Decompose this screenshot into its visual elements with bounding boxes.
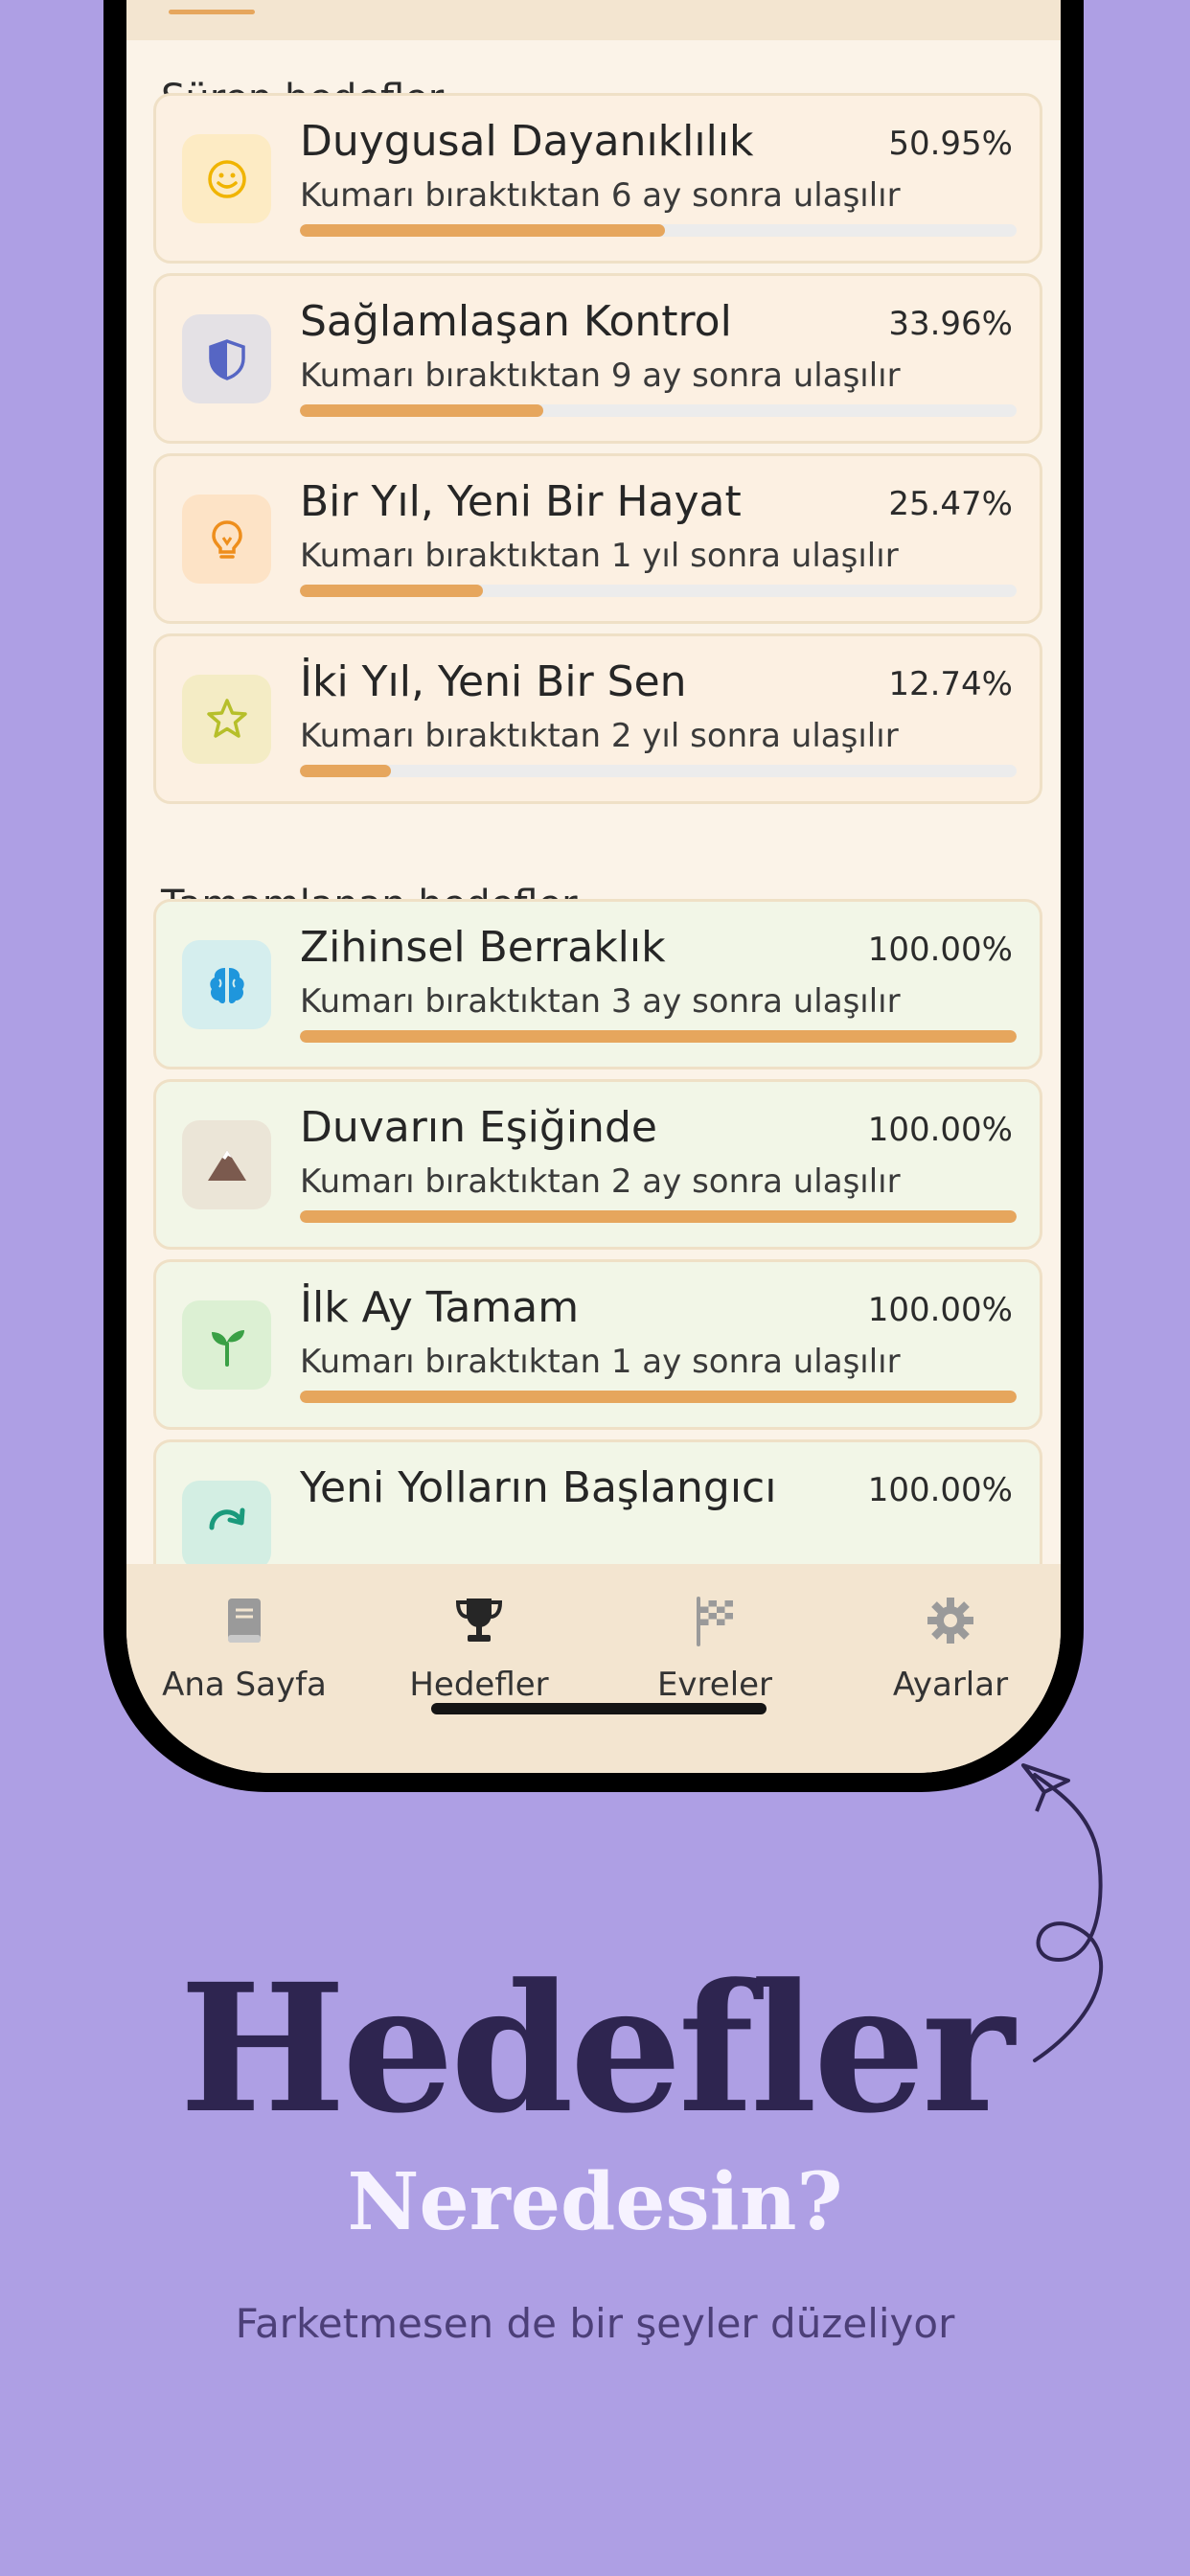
lightbulb-icon: [182, 494, 271, 584]
tab-indicator: [169, 10, 255, 14]
nav-label: Evreler: [656, 1666, 773, 1704]
goal-card[interactable]: Bir Yıl, Yeni Bir Hayat 25.47% Kumarı bı…: [153, 453, 1042, 624]
goal-title: Yeni Yolların Başlangıcı: [300, 1463, 777, 1512]
goal-progress-fill: [300, 1210, 1017, 1223]
refresh-arrow-icon: [182, 1481, 271, 1570]
goal-subtitle: Kumarı bıraktıktan 3 ay sonra ulaşılır: [300, 982, 901, 1021]
promo-subheadline: Neredesin?: [347, 2156, 843, 2248]
goal-subtitle: Kumarı bıraktıktan 2 ay sonra ulaşılır: [300, 1162, 901, 1201]
mountain-icon: [182, 1120, 271, 1209]
goal-subtitle: Kumarı bıraktıktan 2 yıl sonra ulaşılır: [300, 717, 899, 755]
goal-subtitle: Kumarı bıraktıktan 6 ay sonra ulaşılır: [300, 176, 901, 215]
star-icon: [182, 675, 271, 764]
goal-card[interactable]: İlk Ay Tamam 100.00% Kumarı bıraktıktan …: [153, 1259, 1042, 1430]
nav-item-ana-sayfa[interactable]: Ana Sayfa: [144, 1593, 345, 1704]
goal-progress-track: [300, 585, 1017, 597]
goal-progress-fill: [300, 585, 483, 597]
gear-icon: [927, 1598, 973, 1644]
app-screen: Süren hedefler Duygusal Dayanıklılık 50.…: [126, 0, 1061, 1773]
nav-item-hedefler[interactable]: Hedefler: [378, 1593, 580, 1704]
goal-subtitle: Kumarı bıraktıktan 9 ay sonra ulaşılır: [300, 356, 901, 395]
goal-percent: 100.00%: [867, 1471, 1013, 1509]
shield-icon: [182, 314, 271, 403]
goal-percent: 33.96%: [888, 305, 1013, 343]
goal-percent: 25.47%: [888, 485, 1013, 523]
promo-tagline: Farketmesen de bir şeyler düzeliyor: [235, 2300, 955, 2347]
trophy-icon: [455, 1598, 503, 1642]
goal-card[interactable]: Sağlamlaşan Kontrol 33.96% Kumarı bırakt…: [153, 273, 1042, 444]
goal-progress-track: [300, 1210, 1017, 1223]
goal-progress-fill: [300, 1030, 1017, 1043]
goal-progress-track: [300, 1030, 1017, 1043]
goal-percent: 12.74%: [888, 665, 1013, 703]
goal-card[interactable]: Duvarın Eşiğinde 100.00% Kumarı bıraktık…: [153, 1079, 1042, 1250]
goal-card[interactable]: İki Yıl, Yeni Bir Sen 12.74% Kumarı bıra…: [153, 633, 1042, 804]
nav-label: Ayarlar: [892, 1666, 1009, 1704]
promo-headline: Hedefler: [179, 1945, 1015, 2152]
goal-card[interactable]: Duygusal Dayanıklılık 50.95% Kumarı bıra…: [153, 93, 1042, 264]
sprout-icon: [182, 1300, 271, 1390]
goal-percent: 100.00%: [867, 1291, 1013, 1329]
goal-subtitle: Kumarı bıraktıktan 1 yıl sonra ulaşılır: [300, 537, 899, 575]
goal-progress-fill: [300, 224, 666, 237]
nav-label: Ana Sayfa: [162, 1666, 327, 1704]
checkered-flag-icon: [697, 1597, 733, 1646]
goal-progress-track: [300, 224, 1017, 237]
goal-card[interactable]: Zihinsel Berraklık 100.00% Kumarı bırakt…: [153, 899, 1042, 1070]
bottom-navigation: Ana Sayfa Hedefler Evreler Ayarlar: [126, 1564, 1061, 1773]
goal-title: Duvarın Eşiğinde: [300, 1103, 657, 1152]
goal-progress-fill: [300, 765, 392, 777]
nav-item-evreler[interactable]: Evreler: [614, 1593, 815, 1704]
top-tab-strip: [126, 0, 1061, 40]
goal-progress-fill: [300, 1391, 1017, 1403]
goal-progress-fill: [300, 404, 544, 417]
goal-title: Zihinsel Berraklık: [300, 923, 666, 972]
brain-icon: [182, 940, 271, 1029]
book-icon: [228, 1598, 261, 1643]
home-indicator[interactable]: [431, 1703, 767, 1714]
goal-percent: 100.00%: [867, 931, 1013, 969]
goal-title: Bir Yıl, Yeni Bir Hayat: [300, 477, 742, 526]
goal-title: İki Yıl, Yeni Bir Sen: [300, 657, 687, 706]
goal-title: İlk Ay Tamam: [300, 1283, 580, 1332]
goal-title: Duygusal Dayanıklılık: [300, 117, 754, 166]
goal-subtitle: Kumarı bıraktıktan 1 ay sonra ulaşılır: [300, 1343, 901, 1381]
goal-progress-track: [300, 404, 1017, 417]
goal-percent: 100.00%: [867, 1111, 1013, 1149]
goal-progress-track: [300, 1391, 1017, 1403]
goal-title: Sağlamlaşan Kontrol: [300, 297, 732, 346]
nav-label: Hedefler: [409, 1666, 549, 1704]
nav-item-ayarlar[interactable]: Ayarlar: [850, 1593, 1051, 1704]
goal-progress-track: [300, 765, 1017, 777]
goal-percent: 50.95%: [888, 125, 1013, 163]
smile-icon: [182, 134, 271, 223]
